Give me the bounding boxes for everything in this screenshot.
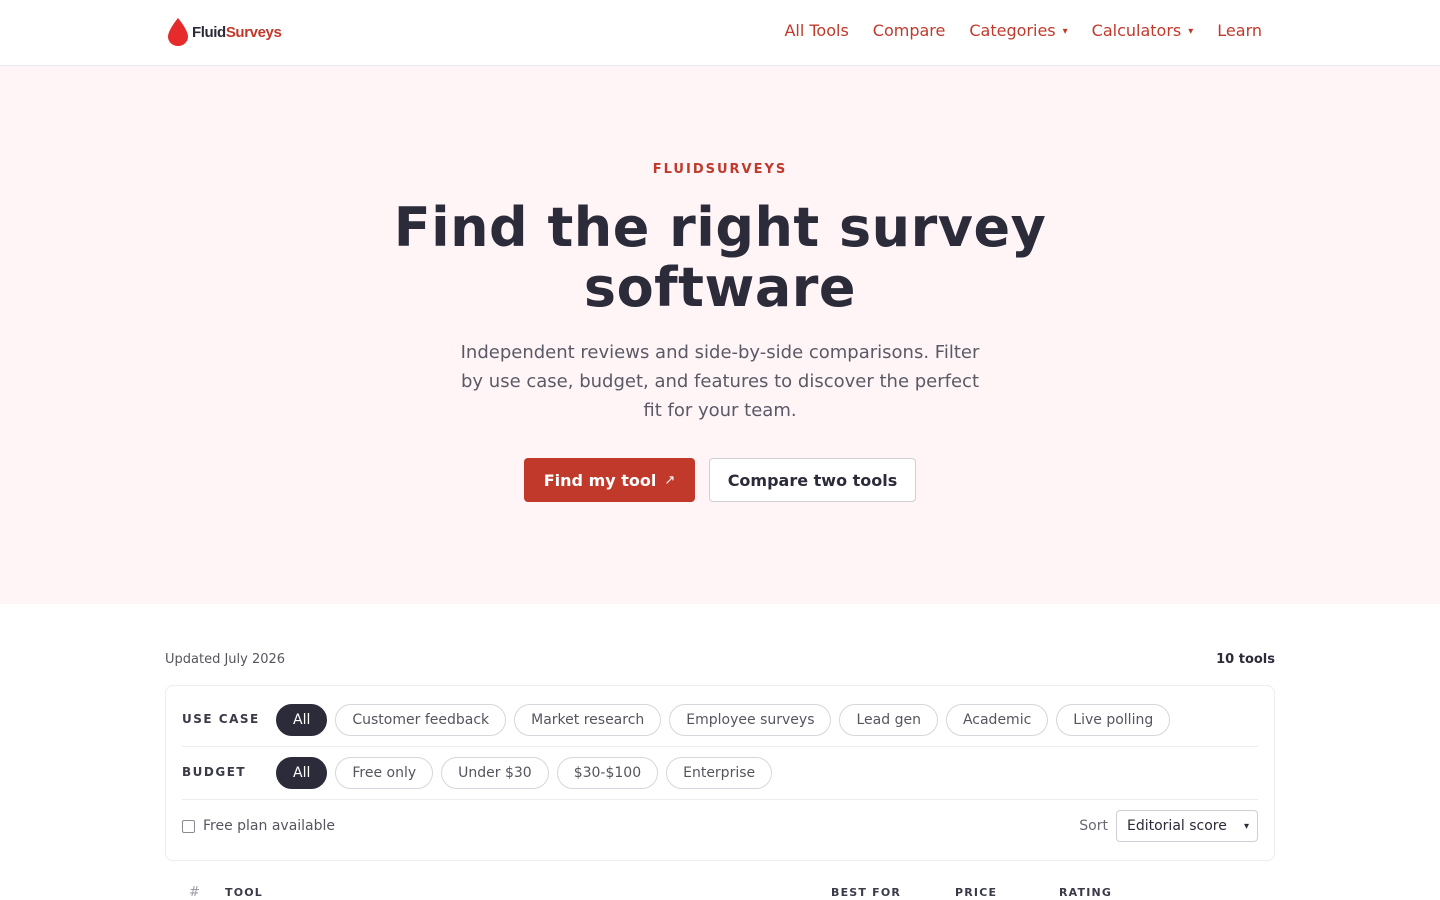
options-row: Free plan available Sort Editorial score… [182,810,1258,842]
free-plan-label: Free plan available [203,818,336,834]
tool-count: 10 tools [1216,652,1275,667]
column-header-best-for[interactable]: BEST FOR [831,886,901,899]
hero-eyebrow: FLUIDSURVEYS [652,162,788,177]
budget-label: BUDGET [182,765,247,779]
site-logo[interactable]: FluidSurveys [166,16,282,48]
column-header-rank: # [189,885,202,900]
find-my-tool-button[interactable]: Find my tool ↗ [524,458,695,502]
chip-free-only[interactable]: Free only [335,757,434,789]
nav-all-tools[interactable]: All Tools [784,21,848,40]
chevron-down-icon: ▾ [1062,26,1068,37]
hero-section: FLUIDSURVEYS Find the right survey softw… [0,66,1440,604]
nav-compare[interactable]: Compare [873,21,946,40]
sort-select[interactable]: Editorial score ▾ [1116,810,1258,842]
nav-categories[interactable]: Categories ▾ [969,21,1067,40]
free-plan-checkbox[interactable] [182,819,195,833]
filter-divider [182,799,1258,800]
use-case-filter-row: USE CASE All Customer feedback Market re… [182,704,1258,736]
droplet-icon [168,18,188,46]
logo-wordmark: FluidSurveys [192,23,282,41]
button-label: Find my tool [543,470,657,490]
nav-learn[interactable]: Learn [1217,21,1262,40]
external-arrow-icon: ↗ [664,472,676,488]
chip-live-polling[interactable]: Live polling [1056,704,1171,736]
nav-label: Learn [1217,21,1262,40]
logo-word-a: Fluid [192,23,226,41]
page-title: Find the right survey software [393,196,1047,319]
sort-control: Sort Editorial score ▾ [1079,810,1258,842]
updated-date: Updated July 2026 [165,652,286,667]
chip-enterprise[interactable]: Enterprise [666,757,773,789]
budget-filter-row: BUDGET All Free only Under $30 $30-$100 … [182,757,1258,789]
chevron-down-icon: ▾ [1188,26,1194,37]
use-case-label: USE CASE [182,712,260,726]
chip-budget-all[interactable]: All [276,757,328,789]
chip-employee-surveys[interactable]: Employee surveys [669,704,832,736]
free-plan-toggle[interactable]: Free plan available [182,818,335,834]
sort-label: Sort [1079,818,1108,834]
nav-label: Categories [969,21,1056,40]
chip-customer-feedback[interactable]: Customer feedback [335,704,507,736]
compare-two-tools-button[interactable]: Compare two tools [709,458,916,502]
chip-market-research[interactable]: Market research [514,704,662,736]
chevron-down-icon: ▾ [1243,820,1249,832]
chip-academic[interactable]: Academic [945,704,1049,736]
column-header-rating[interactable]: RATING [1059,886,1112,899]
column-header-price[interactable]: PRICE [955,886,997,899]
sort-value: Editorial score [1127,818,1227,834]
table-header: # TOOL BEST FOR PRICE RATING [165,884,1275,900]
chip-lead-gen[interactable]: Lead gen [839,704,938,736]
site-header: FluidSurveys All Tools Compare Categorie… [0,0,1440,66]
nav-label: All Tools [784,21,849,40]
filter-divider [182,746,1258,747]
filter-panel: USE CASE All Customer feedback Market re… [165,685,1275,861]
chip-under-30[interactable]: Under $30 [441,757,549,789]
column-header-tool[interactable]: TOOL [225,886,263,899]
hero-subtitle: Independent reviews and side-by-side com… [460,342,980,421]
nav-calculators[interactable]: Calculators ▾ [1092,21,1194,40]
logo-word-b: Surveys [225,23,282,41]
chip-30-100[interactable]: $30-$100 [556,757,659,789]
nav-label: Compare [872,21,946,40]
chip-use-case-all[interactable]: All [276,704,328,736]
main-nav: All Tools Compare Categories ▾ Calculator… [760,21,1262,40]
nav-label: Calculators [1091,21,1182,40]
